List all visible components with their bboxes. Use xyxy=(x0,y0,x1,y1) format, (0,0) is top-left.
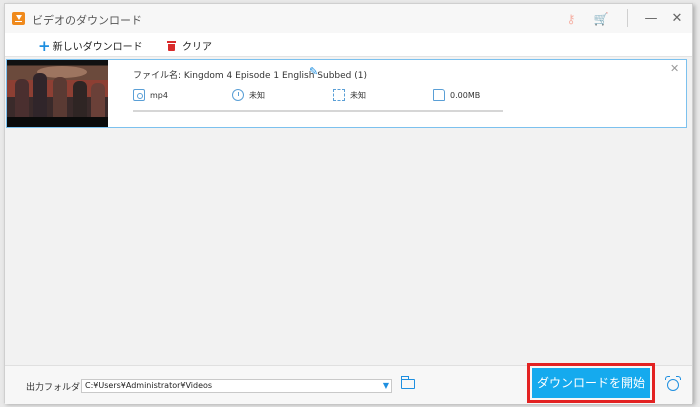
file-size-icon xyxy=(433,89,445,101)
alarm-clock-icon[interactable] xyxy=(665,376,681,391)
window-title: ビデオのダウンロード xyxy=(32,14,142,27)
format-info: mp4 xyxy=(133,89,168,101)
app-window: ビデオのダウンロード ⚷ 🛒 — ✕ + 新しいダウンロード クリア ファイル名 xyxy=(4,3,693,404)
download-app-icon xyxy=(12,12,25,25)
folder-icon[interactable] xyxy=(401,376,415,389)
output-path-value: C:¥Users¥Administrator¥Videos xyxy=(85,381,213,390)
chevron-down-icon[interactable]: ▼ xyxy=(383,380,389,392)
resolution-value: 未知 xyxy=(350,90,366,100)
new-download-label: 新しいダウンロード xyxy=(52,42,143,53)
download-list: ファイル名: Kingdom 4 Episode 1 English Subbe… xyxy=(5,58,692,365)
resolution-info: 未知 xyxy=(333,89,366,101)
progress-bar xyxy=(133,110,503,112)
remove-item-icon[interactable]: ✕ xyxy=(670,62,679,75)
filename-label: ファイル名: Kingdom 4 Episode 1 English Subbe… xyxy=(133,71,368,81)
download-item[interactable]: ファイル名: Kingdom 4 Episode 1 English Subbe… xyxy=(6,59,687,128)
size-value: 0.00MB xyxy=(450,90,481,100)
plus-icon: + xyxy=(38,36,51,55)
highlight-frame: ダウンロードを開始 xyxy=(527,363,655,403)
minimize-icon[interactable]: — xyxy=(642,10,660,28)
size-info: 0.00MB xyxy=(433,89,480,101)
output-folder-label: 出力フォルダ： xyxy=(26,383,90,393)
format-icon xyxy=(133,89,145,101)
trash-icon xyxy=(167,40,176,51)
duration-value: 未知 xyxy=(249,90,265,100)
video-thumbnail xyxy=(7,60,108,127)
clear-button[interactable]: クリア xyxy=(167,38,212,53)
output-path-select[interactable]: C:¥Users¥Administrator¥Videos ▼ xyxy=(81,379,392,393)
format-value: mp4 xyxy=(150,90,168,100)
cart-icon[interactable]: 🛒 xyxy=(592,10,610,28)
clear-label: クリア xyxy=(182,42,212,53)
bottom-bar: 出力フォルダ： C:¥Users¥Administrator¥Videos ▼ … xyxy=(5,363,692,404)
resolution-icon xyxy=(333,89,345,101)
key-icon[interactable]: ⚷ xyxy=(562,10,580,28)
title-divider xyxy=(627,9,628,27)
close-icon[interactable]: ✕ xyxy=(668,10,686,28)
start-download-button[interactable]: ダウンロードを開始 xyxy=(532,368,650,398)
toolbar: + 新しいダウンロード クリア xyxy=(5,33,692,57)
edit-pencil-icon[interactable]: ✎ xyxy=(309,65,318,78)
title-bar: ビデオのダウンロード ⚷ 🛒 — ✕ xyxy=(5,4,692,33)
duration-info: 未知 xyxy=(232,89,265,101)
new-download-button[interactable]: + 新しいダウンロード xyxy=(38,38,143,53)
clock-icon xyxy=(232,89,244,101)
